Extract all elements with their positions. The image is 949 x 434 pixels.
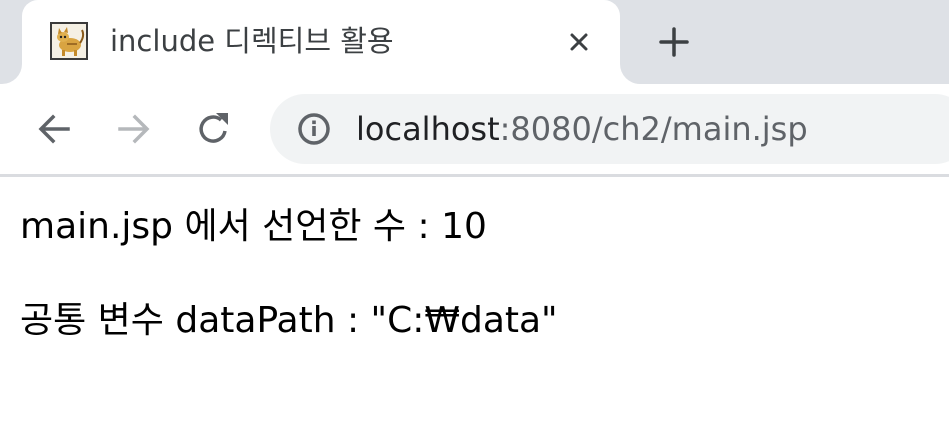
tomcat-icon: [50, 22, 88, 60]
reload-icon[interactable]: [194, 109, 234, 149]
browser-toolbar: localhost:8080/ch2/main.jsp: [0, 84, 949, 174]
page-content: main.jsp 에서 선언한 수 : 10 공통 변수 dataPath : …: [0, 177, 949, 434]
url-text[interactable]: localhost:8080/ch2/main.jsp: [356, 94, 808, 164]
info-icon[interactable]: [296, 111, 332, 147]
close-icon[interactable]: [564, 27, 594, 57]
plus-icon[interactable]: [656, 24, 692, 60]
address-bar[interactable]: localhost:8080/ch2/main.jsp: [270, 94, 949, 164]
declared-number-text: main.jsp 에서 선언한 수 : 10: [20, 206, 487, 247]
tab-left-corner: [2, 64, 22, 84]
back-arrow-icon[interactable]: [34, 109, 74, 149]
url-host: localhost: [356, 110, 500, 148]
tab-right-corner: [620, 64, 640, 84]
forward-arrow-icon[interactable]: [114, 109, 154, 149]
data-path-text: 공통 변수 dataPath : "C:₩data": [20, 300, 558, 341]
tab-title: include 디렉티브 활용: [110, 24, 394, 58]
active-tab[interactable]: include 디렉티브 활용: [2, 0, 640, 84]
tab-strip: include 디렉티브 활용: [0, 0, 949, 84]
url-path: :8080/ch2/main.jsp: [499, 110, 808, 148]
